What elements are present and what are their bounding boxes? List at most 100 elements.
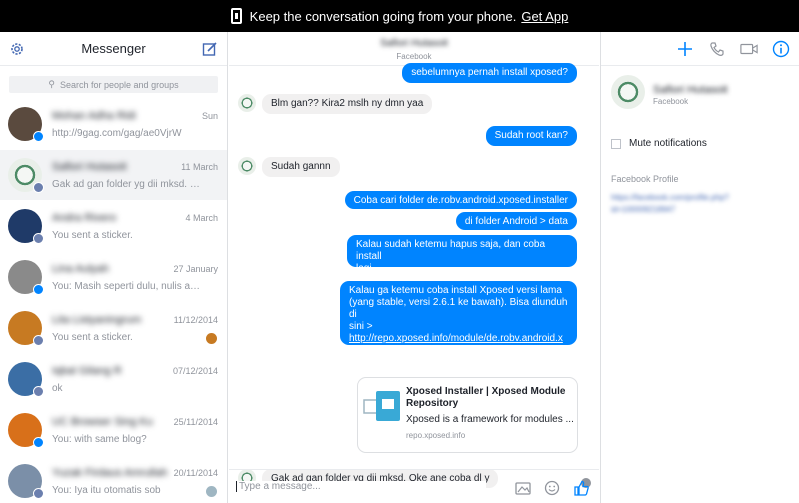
conversation-snippet: ok — [52, 382, 63, 394]
facebook-badge-icon — [33, 233, 44, 244]
conversation-date: 20/11/2014 — [173, 468, 218, 478]
profile-source: Facebook — [653, 97, 689, 106]
conversation-date: 27 January — [173, 264, 218, 274]
conversation-snippet: You: with same blog? — [52, 433, 147, 445]
messenger-badge-icon — [33, 437, 44, 448]
get-app-link[interactable]: Get App — [521, 9, 568, 24]
avatar — [8, 209, 44, 244]
conversation-date: 4 March — [185, 213, 218, 223]
facebook-badge-icon — [33, 182, 44, 193]
emoji-icon[interactable] — [543, 479, 561, 497]
mute-label: Mute notifications — [629, 138, 707, 149]
message-input[interactable] — [236, 481, 486, 492]
conversation-item[interactable]: Andra Rivero You sent a sticker. 4 March — [0, 201, 227, 251]
voice-call-icon[interactable] — [708, 40, 726, 58]
message-outgoing: Kalau ga ketemu coba install Xposed vers… — [340, 281, 577, 356]
composer — [229, 469, 599, 503]
photo-icon[interactable] — [514, 479, 532, 497]
avatar — [8, 107, 44, 142]
conversation-snippet: You sent a sticker. — [52, 331, 133, 343]
search-icon: ⚲ — [48, 79, 55, 89]
message-incoming: Sudah gannn — [262, 157, 340, 177]
conversation-source: Facebook — [396, 52, 432, 61]
conversation-date: 11 March — [181, 162, 218, 172]
facebook-profile-label: Facebook Profile — [611, 174, 679, 184]
mute-notifications-checkbox[interactable]: Mute notifications — [611, 138, 707, 149]
conversation-item[interactable]: Iqbal Gilang Rok 07/12/2014 — [0, 354, 227, 404]
conversation-name: Mohan Adha Ridi — [52, 109, 136, 122]
facebook-badge-icon — [33, 386, 44, 397]
search-placeholder: Search for people and groups — [60, 79, 179, 90]
conversation-item[interactable]: Lita Listyaningrum You sent a sticker. 11/… — [0, 303, 227, 353]
conversation-item[interactable]: Mohan Adha Ridi http://9gag.com/gag/ae0Vj… — [0, 99, 227, 149]
info-toolbar — [601, 32, 799, 66]
avatar — [8, 311, 44, 346]
sender-avatar — [238, 157, 256, 175]
conversation-date: 25/11/2014 — [173, 417, 218, 427]
conversation-text: Mohan Adha Ridi http://9gag.com/gag/ae0Vj… — [52, 110, 219, 139]
seen-avatar-icon — [206, 333, 217, 344]
link-preview-description: Xposed is a framework for modules ... — [406, 414, 574, 425]
message-line: Kalau sudah ketemu hapus saja, dan coba … — [356, 239, 546, 262]
xposed-logo-icon — [362, 385, 403, 426]
conversation-snippet: You: Masih seperti dulu, nulis artikel..… — [52, 280, 202, 292]
message-list: sebelumnya pernah install xposed? Blm ga… — [229, 63, 599, 488]
sidebar: Messenger ⚲ Search for people and groups… — [0, 32, 228, 503]
message-incoming: Blm gan?? Kira2 mslh ny dmn yaa — [262, 94, 433, 114]
conversation-snippet: You: Iya itu otomatis sob — [52, 484, 161, 496]
conversation-item[interactable]: UC Browser Sing Ku You: with same blog? 25… — [0, 405, 227, 455]
facebook-badge-icon — [33, 488, 44, 499]
profile-name[interactable]: Safiori Hutasoit — [653, 84, 728, 96]
conversation-date: 11/12/2014 — [173, 315, 218, 325]
messenger-badge-icon — [33, 284, 44, 295]
conversation-snippet: http://9gag.com/gag/ae0VjrW — [52, 127, 182, 139]
message-line: (yang stable, versi 2.6.1 ke bawah). Bis… — [349, 297, 568, 320]
seen-avatar-icon — [206, 486, 217, 497]
banner-text: Keep the conversation going from your ph… — [249, 8, 517, 24]
new-message-icon[interactable] — [201, 40, 219, 58]
conversation-list: Mohan Adha Ridi http://9gag.com/gag/ae0Vj… — [0, 99, 227, 503]
conversation-item[interactable]: Safiori Hutasoit Gak ad gan folder yg dii… — [0, 150, 227, 200]
profile-avatar[interactable] — [611, 75, 645, 109]
avatar — [8, 413, 44, 448]
search-input[interactable]: ⚲ Search for people and groups — [9, 76, 218, 93]
conversation-date: Sun — [201, 111, 218, 121]
avatar — [8, 260, 44, 295]
video-call-icon[interactable] — [740, 40, 758, 58]
checkbox-box — [611, 138, 621, 149]
message-outgoing: Sudah root kan? — [485, 126, 577, 146]
conversation-header: Safiori Hutasoit Facebook — [229, 32, 599, 66]
message-line: lagi. — [356, 263, 375, 274]
avatar — [8, 158, 44, 193]
xposed-repo-link[interactable]: http://repo.xposed.info/module/de.robv.a… — [349, 333, 563, 344]
conversation-snippet: Gak ad gan folder yg dii mksd. Oke ... — [52, 178, 202, 190]
like-thumb-icon[interactable] — [572, 479, 590, 497]
settings-gear-icon[interactable] — [8, 40, 26, 58]
info-pane: Safiori Hutasoit Facebook Mute notificat… — [600, 32, 799, 503]
facebook-profile-link[interactable]: https://facebook.com/profile.php?id=1000… — [611, 192, 781, 216]
conversation-info-icon[interactable] — [772, 40, 790, 58]
message-outgoing: Kalau sudah ketemu hapus saja, dan coba … — [347, 235, 577, 274]
conversation-item[interactable]: Yuzak Firdaus Amrullah You: Iya itu otoma… — [0, 456, 227, 503]
message-outgoing: di folder Android > data — [455, 212, 577, 230]
avatar — [8, 464, 44, 499]
message-line: sini > — [349, 321, 373, 332]
add-people-plus-icon[interactable] — [676, 40, 694, 58]
sidebar-header: Messenger — [0, 32, 227, 66]
message-outgoing: Coba cari folder de.robv.android.xposed.… — [344, 191, 577, 209]
conversation-item[interactable]: Lina Aulyah You: Masih seperti dulu, nuli… — [0, 252, 227, 302]
conversation-name: Safiori Hutasoit — [380, 38, 448, 49]
conversation-snippet: You sent a sticker. — [52, 229, 133, 241]
conversation-pane: Safiori Hutasoit Facebook sebelumnya per… — [229, 32, 599, 503]
facebook-badge-icon — [33, 335, 44, 346]
xposed-repo-link-cont[interactable]: posed.installer — [349, 345, 413, 356]
phone-icon — [230, 8, 242, 24]
message-outgoing: sebelumnya pernah install xposed? — [402, 63, 577, 83]
link-preview-card[interactable]: Xposed Installer | Xposed Module Reposit… — [357, 377, 578, 453]
link-preview-title: Xposed Installer | Xposed Module Reposit… — [406, 386, 566, 409]
message-line: Kalau ga ketemu coba install Xposed vers… — [349, 285, 562, 296]
avatar — [8, 362, 44, 397]
messenger-badge-icon — [33, 131, 44, 142]
sidebar-title: Messenger — [81, 41, 146, 56]
get-app-banner: Keep the conversation going from your ph… — [0, 0, 799, 32]
